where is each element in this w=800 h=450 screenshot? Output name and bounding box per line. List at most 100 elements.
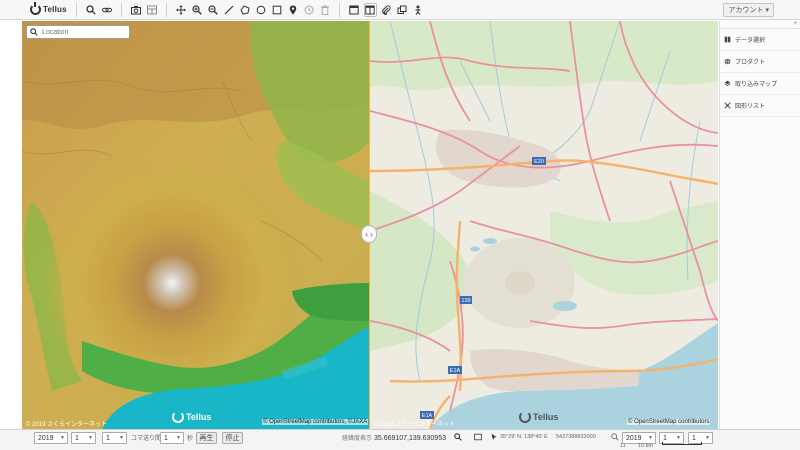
left-year-select[interactable]: 2019 ▼ — [34, 432, 68, 444]
play-button[interactable]: 再生 — [196, 432, 217, 444]
left-map-attribution-copyright: © 2019 さくらインターネット — [26, 422, 108, 428]
stop-button[interactable]: 停止 — [222, 432, 243, 444]
elevation-map — [22, 21, 370, 429]
zoom-in-icon[interactable] — [191, 3, 204, 17]
zoom-level: 11 — [620, 443, 626, 449]
panel-header[interactable]: + — [720, 21, 800, 29]
left-map-logo-text: Tellus — [186, 412, 212, 422]
right-map-logo-text: Tellus — [533, 412, 559, 422]
panel-item-label: データ選択 — [735, 38, 766, 44]
split-handle-arrows: ‹ › — [365, 229, 373, 239]
scale-bar — [662, 442, 702, 445]
paperclip-icon[interactable] — [380, 3, 393, 17]
panel-item-label: 取り込みマップ — [735, 82, 778, 88]
location-search[interactable] — [26, 25, 130, 39]
chevron-down-icon: ▼ — [60, 435, 65, 441]
route-shield-label: 139 — [461, 298, 470, 304]
coordinates-value: 35.669107,139.630953 — [373, 435, 446, 442]
search-icon[interactable] — [454, 433, 462, 444]
panel-item-shape-list[interactable]: 図形リスト — [720, 95, 800, 117]
chevron-down-icon: ▼ — [119, 435, 124, 441]
link-icon[interactable] — [101, 3, 114, 17]
polygon-icon[interactable] — [239, 3, 252, 17]
toolbar-divider — [166, 2, 167, 17]
left-month-select[interactable]: 1 ▼ — [71, 432, 96, 444]
split-handle[interactable]: ‹ › — [361, 225, 377, 243]
toolbar-divider — [339, 2, 340, 17]
book-icon — [724, 36, 731, 43]
osm-map-pane[interactable]: E20 139 E1A E1A — [370, 21, 718, 429]
layers-icon[interactable] — [396, 3, 409, 17]
panel-item-label: プロダクト — [735, 60, 766, 66]
camera-icon[interactable] — [130, 3, 143, 17]
zoom-out-icon[interactable] — [207, 3, 220, 17]
shapes-icon — [724, 102, 731, 109]
chevron-down-icon: ▾ — [765, 7, 769, 14]
window-icon[interactable] — [348, 3, 361, 17]
window-icon[interactable] — [474, 433, 482, 444]
left-month-value: 1 — [75, 434, 79, 442]
account-dropdown[interactable]: アカウント ▾ — [723, 3, 774, 17]
bottom-bar: 2019 ▼ 1 ▼ 1 ▼ コマ送り間隔 1 ▼ 秒 再生 停止 経緯度表示 35.6… — [0, 429, 800, 450]
stack-icon — [724, 80, 731, 87]
toolbar: Tellus アカウント ▾ — [0, 0, 800, 20]
zoom-icon — [611, 433, 619, 444]
chevron-down-icon: ▼ — [705, 435, 710, 441]
cursor-icon — [490, 433, 498, 444]
left-map-attribution-osm[interactable]: © OpenStreetMap contributors, ©JAXA — [262, 419, 369, 425]
right-day-value: 1 — [692, 434, 696, 442]
clock-icon[interactable] — [303, 3, 316, 17]
toolbar-divider — [121, 2, 122, 17]
osm-map: E20 139 E1A E1A — [370, 21, 718, 429]
interval-unit-label: 秒 — [187, 436, 194, 442]
right-year-value: 2019 — [626, 434, 642, 442]
tellus-logo-text: Tellus — [43, 5, 67, 14]
rectangle-icon[interactable] — [271, 3, 284, 17]
toolbar-divider — [76, 2, 77, 17]
line-icon[interactable] — [223, 3, 236, 17]
search-icon[interactable] — [85, 3, 98, 17]
panel-item-label: 図形リスト — [735, 104, 766, 110]
tellus-logo-mark — [172, 411, 184, 423]
tellus-logo[interactable]: Tellus — [30, 2, 70, 15]
app-window: Tellus アカウント ▾ E20 139 E1A E1A ‹ › Locat… — [0, 0, 800, 450]
tellus-logo-mark — [30, 2, 41, 15]
left-year-value: 2019 — [38, 434, 54, 442]
interval-value: 1 — [164, 434, 168, 442]
panel-item-data-select[interactable]: データ選択 — [720, 29, 800, 51]
pin-icon[interactable] — [287, 3, 300, 17]
right-map-attribution-osm[interactable]: © OpenStreetMap contributors — [627, 419, 711, 425]
grid-icon[interactable] — [146, 3, 159, 17]
left-map-tellus-logo: Tellus — [172, 411, 211, 423]
tellus-logo-mark — [519, 411, 531, 423]
left-day-select[interactable]: 1 ▼ — [102, 432, 127, 444]
chevron-down-icon: ▼ — [648, 435, 653, 441]
location-search-input[interactable] — [42, 28, 122, 36]
right-map-tellus-logo: Tellus — [519, 411, 558, 423]
coordinates-readout: 経緯度表示 35.669107,139.630953 — [342, 433, 446, 442]
elevation-map-pane[interactable] — [22, 21, 370, 429]
move-icon[interactable] — [175, 3, 188, 17]
dms-coordinates: 35°29' N, 138°40' E — [500, 434, 548, 440]
globe-icon — [724, 58, 731, 65]
circle-icon[interactable] — [255, 3, 268, 17]
route-shield-label: E1A — [450, 368, 461, 374]
coordinates-label: 経緯度表示 — [342, 436, 373, 442]
mesh-code: 5437388833000 — [556, 434, 596, 440]
route-shield-label: E20 — [534, 159, 544, 165]
split-view-icon[interactable] — [363, 2, 377, 17]
chevron-down-icon: ▼ — [176, 435, 181, 441]
chevron-down-icon: ▼ — [88, 435, 93, 441]
person-icon[interactable] — [412, 3, 425, 17]
scale-label: 10 km — [638, 443, 653, 449]
search-icon — [30, 28, 38, 36]
side-panel: + データ選択 プロダクト 取り込みマップ 図形リスト — [719, 21, 800, 429]
right-map-attribution-copyright: © 2019 さくらインターネット — [374, 422, 456, 428]
panel-item-imported-map[interactable]: 取り込みマップ — [720, 73, 800, 95]
chevron-down-icon: ▼ — [676, 435, 681, 441]
left-day-value: 1 — [106, 434, 110, 442]
trash-icon[interactable] — [319, 3, 332, 17]
panel-item-product[interactable]: プロダクト — [720, 51, 800, 73]
interval-select[interactable]: 1 ▼ — [160, 432, 184, 444]
right-month-value: 1 — [663, 434, 667, 442]
